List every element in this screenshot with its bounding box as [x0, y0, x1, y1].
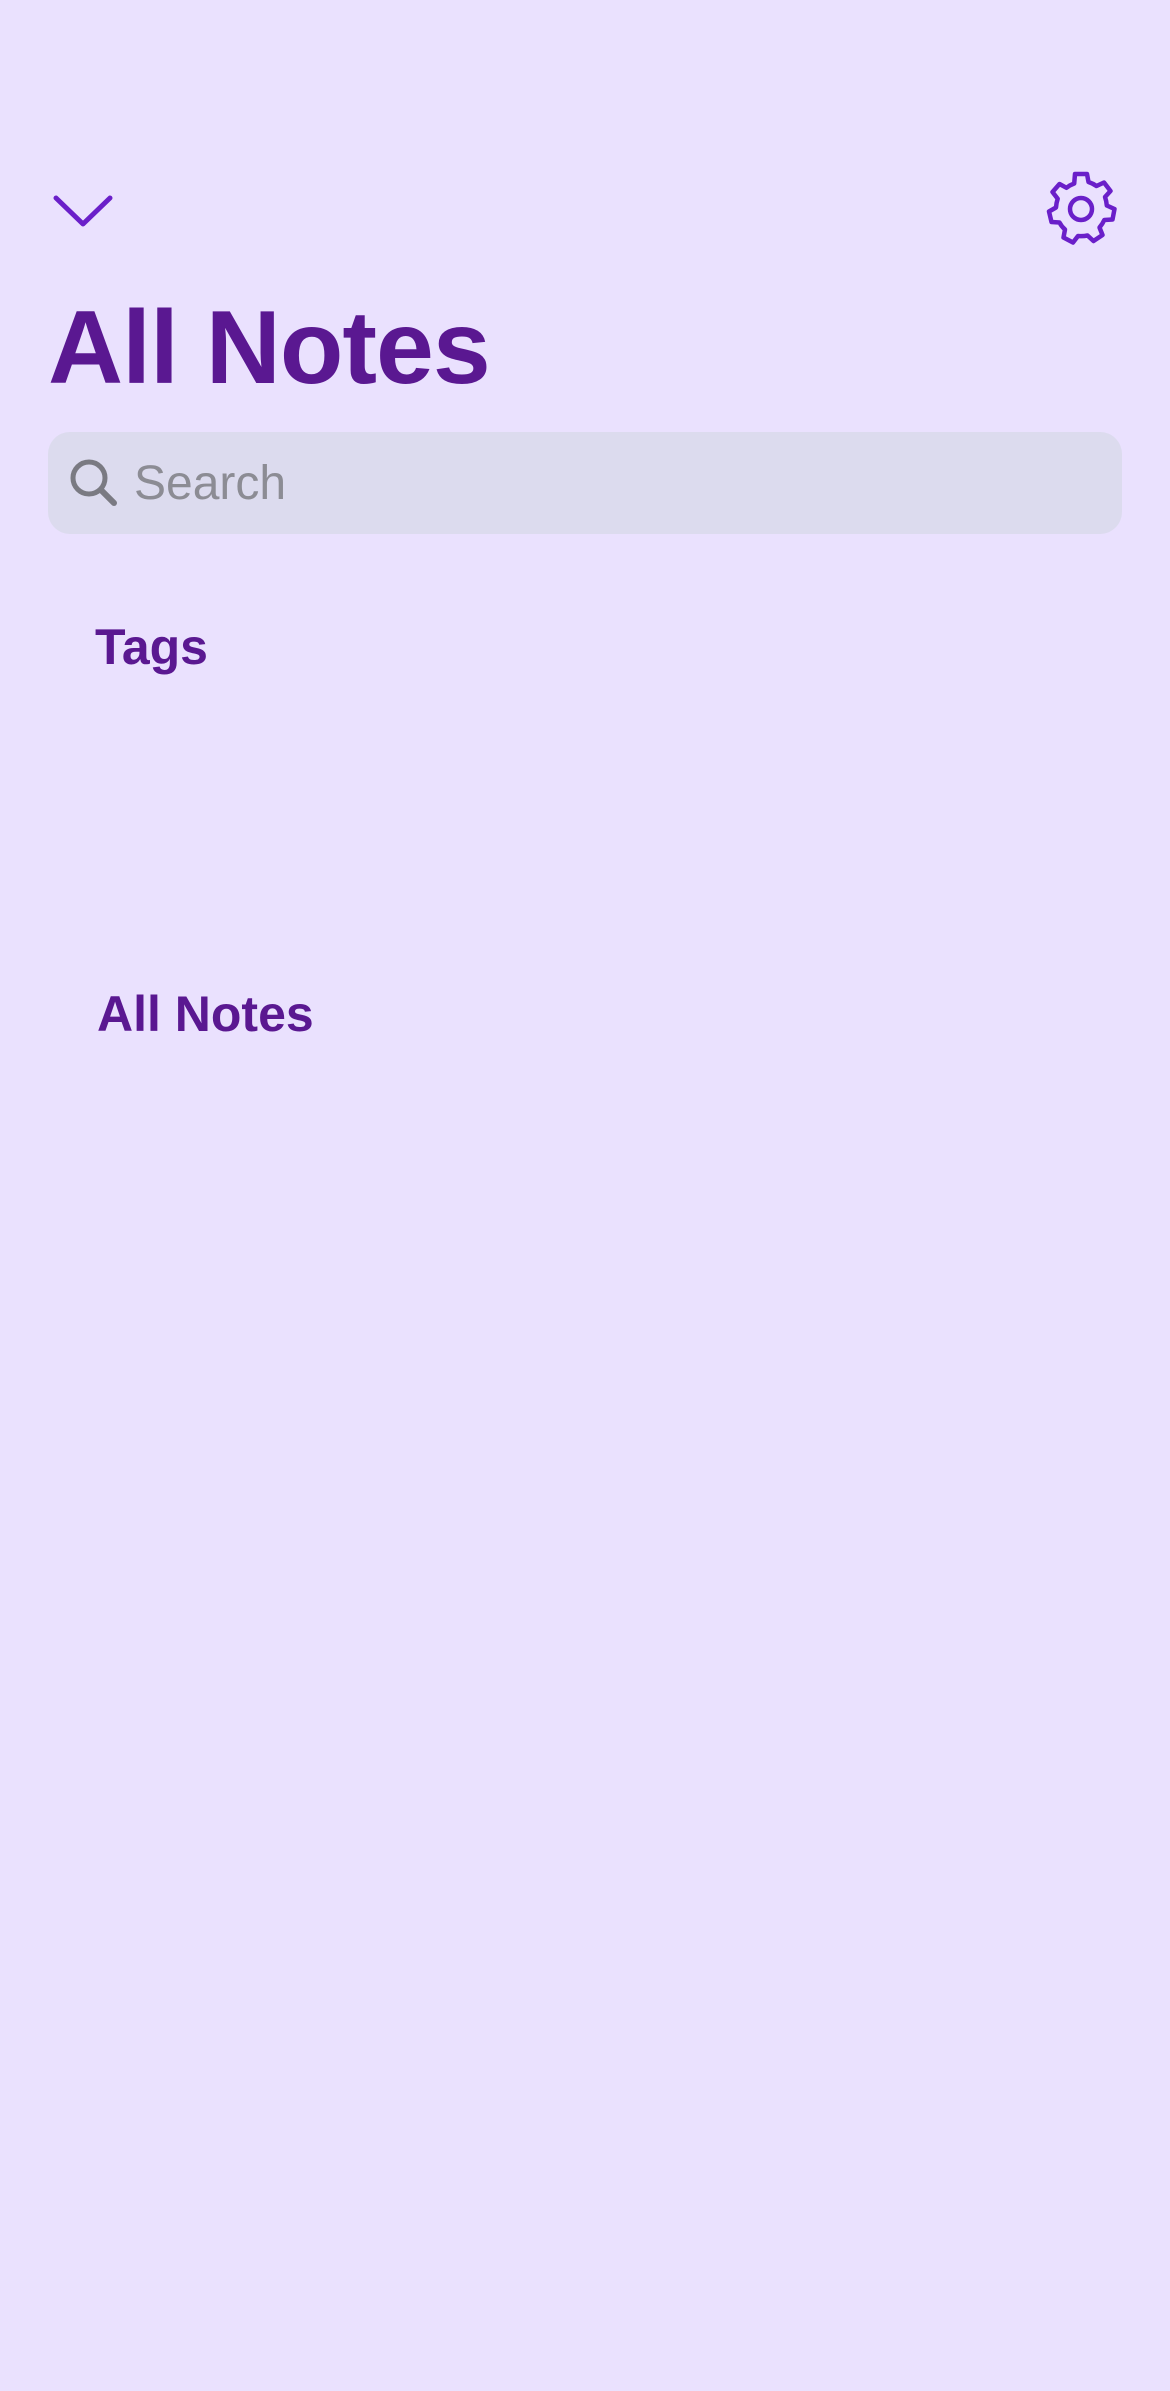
- sidebar-item-tags[interactable]: Tags: [95, 618, 208, 676]
- search-icon: [68, 457, 120, 509]
- gear-icon[interactable]: [1042, 170, 1120, 248]
- search-bar[interactable]: [48, 432, 1122, 534]
- page-title: All Notes: [48, 290, 491, 406]
- chevron-down-icon[interactable]: [48, 180, 118, 240]
- sidebar-item-all-notes[interactable]: All Notes: [97, 985, 314, 1043]
- search-input[interactable]: [132, 442, 1036, 524]
- top-bar: [0, 160, 1170, 260]
